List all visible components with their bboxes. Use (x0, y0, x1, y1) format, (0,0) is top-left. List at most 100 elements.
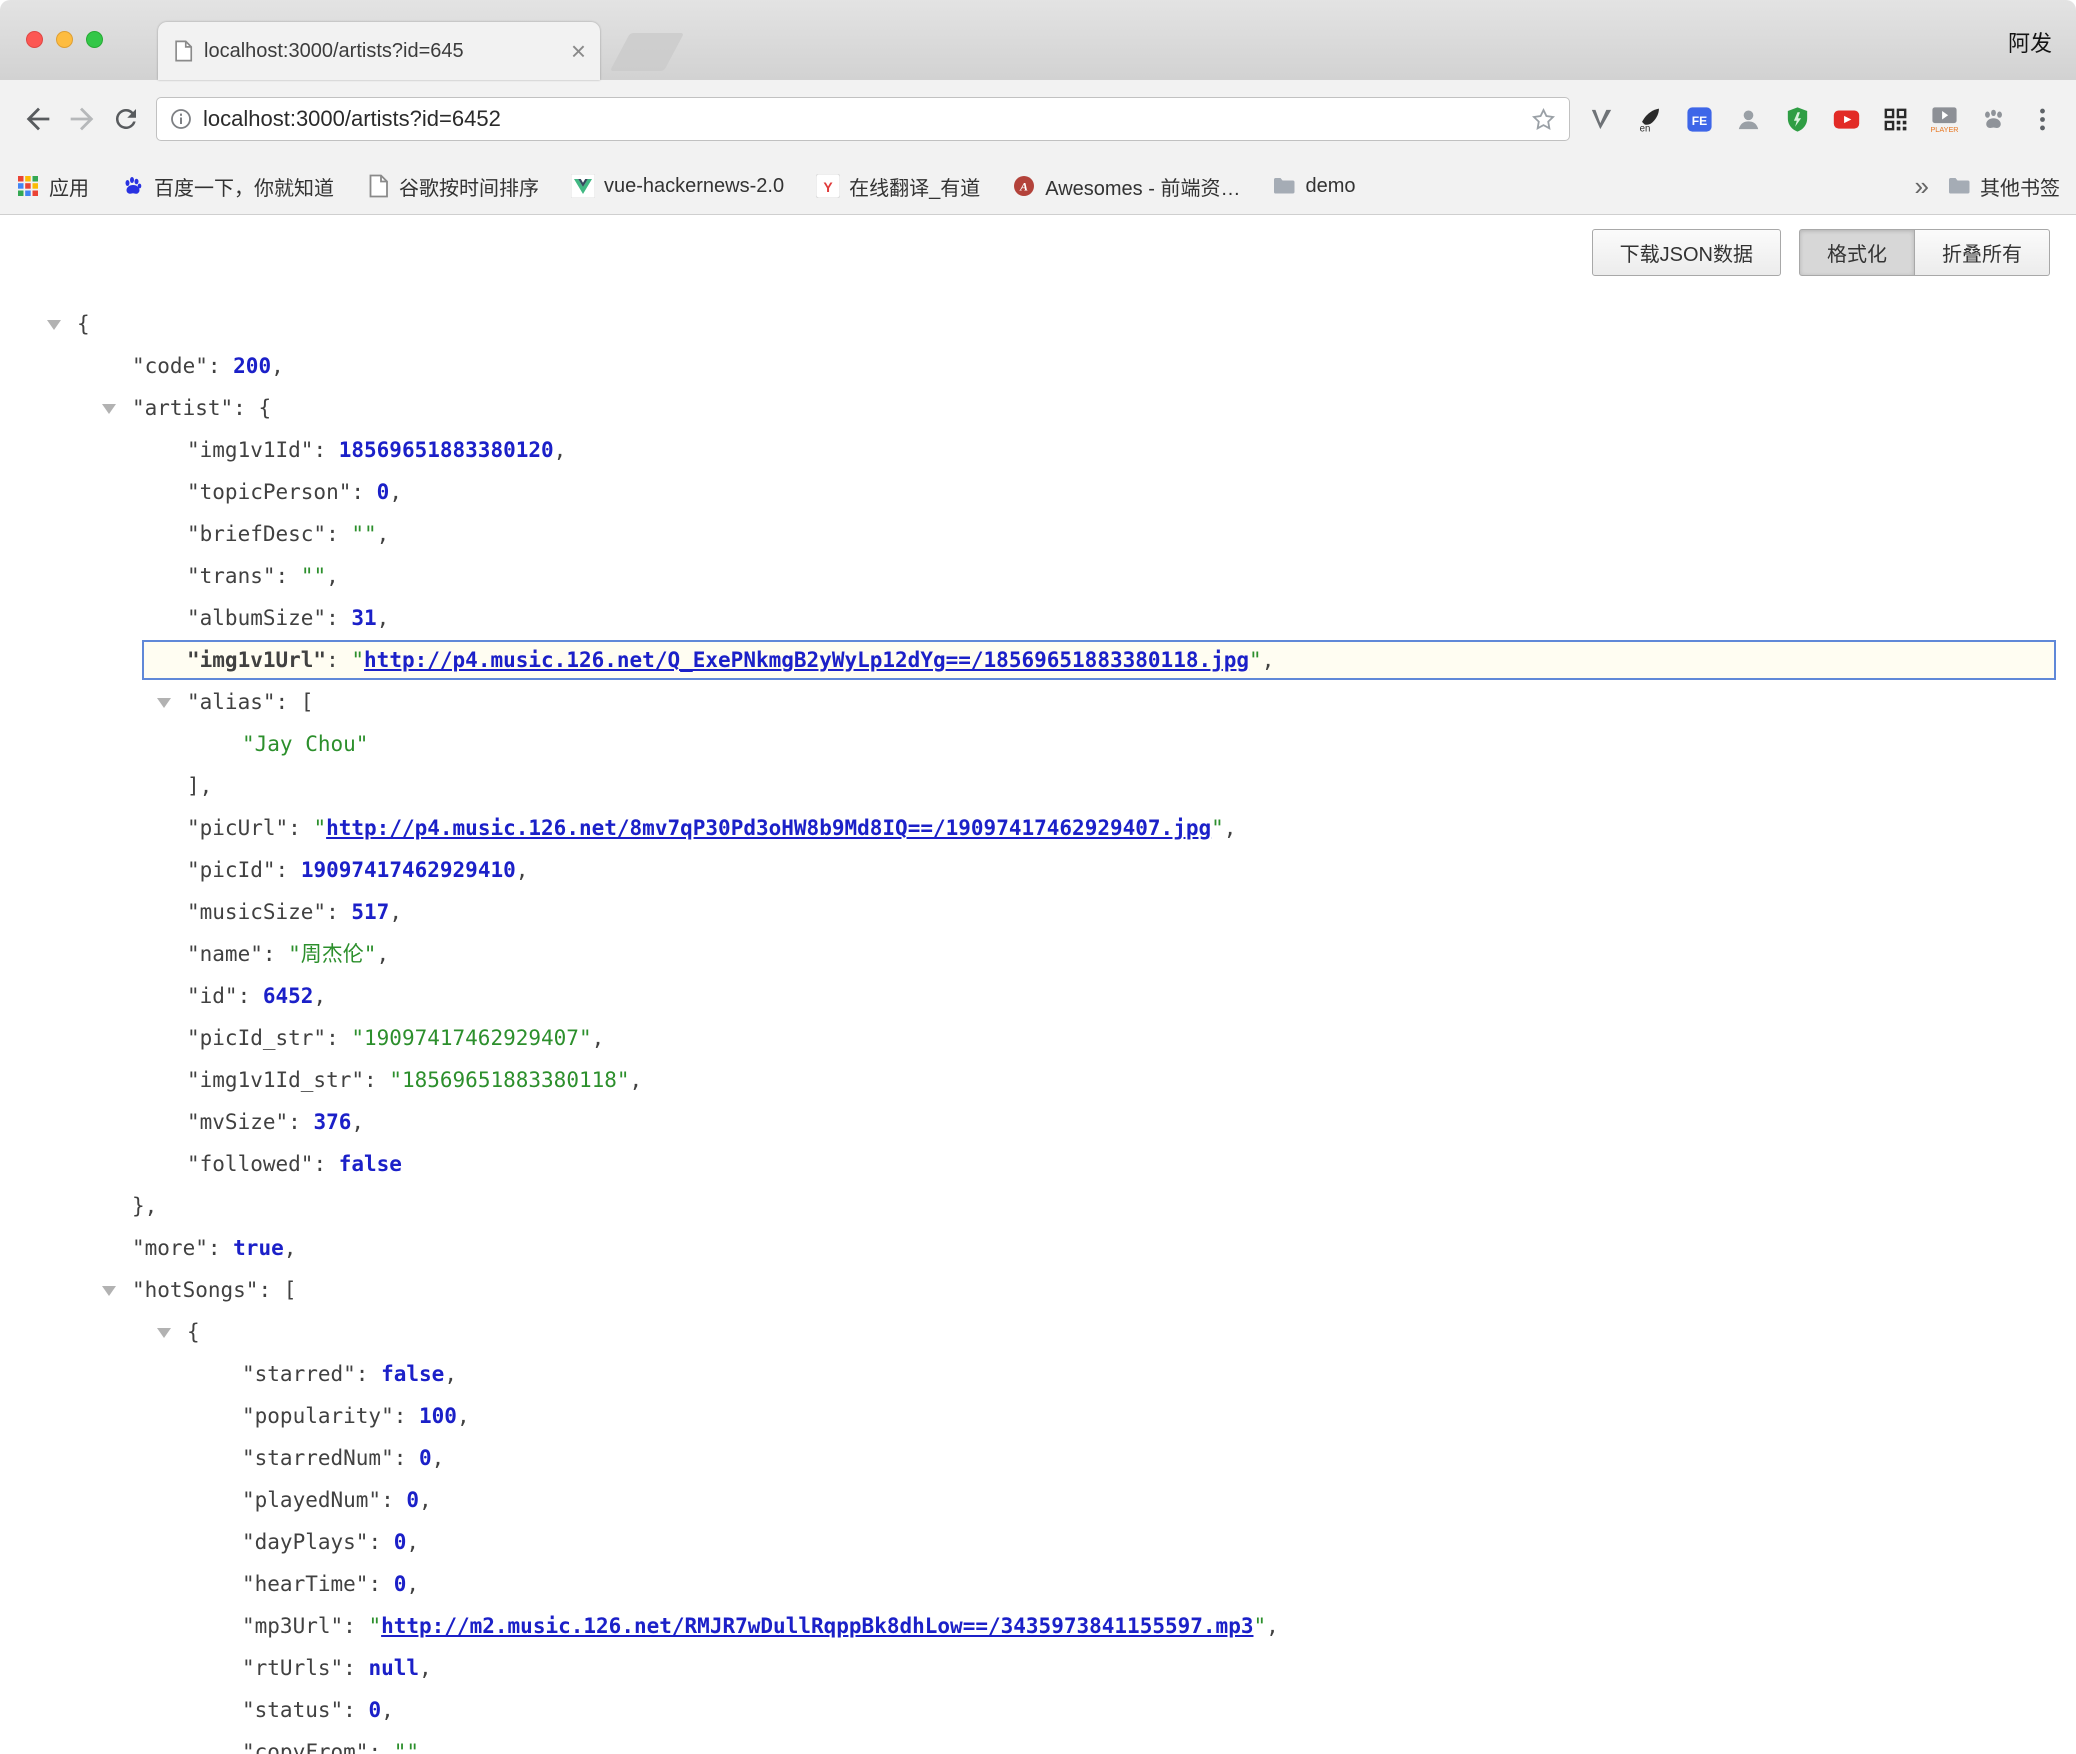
bookmark-item[interactable]: 谷歌按时间排序 (366, 172, 539, 201)
json-line: "rtUrls": null, (0, 1647, 2076, 1689)
bookmark-item[interactable]: Y在线翻译_有道 (816, 172, 980, 201)
json-line: "musicSize": 517, (0, 891, 2076, 933)
json-string: "" (301, 564, 326, 588)
bookmark-label: 百度一下，你就知道 (154, 172, 334, 201)
bookmark-label: vue-hackernews-2.0 (604, 175, 784, 198)
json-key: "popularity" (242, 1404, 394, 1428)
minimize-window-button[interactable] (56, 31, 73, 48)
other-bookmarks-folder[interactable]: 其他书签 (1947, 172, 2060, 201)
collapse-toggle-icon[interactable] (47, 320, 61, 330)
json-line: "Jay Chou" (0, 723, 2076, 765)
json-line: "hearTime": 0, (0, 1563, 2076, 1605)
json-number: 517 (351, 900, 389, 924)
player-extension-icon[interactable]: PLAYER (1929, 104, 1960, 135)
json-line: "dayPlays": 0, (0, 1521, 2076, 1563)
json-number: 0 (368, 1698, 381, 1722)
json-line: "albumSize": 31, (0, 597, 2076, 639)
svg-text:FE: FE (1692, 113, 1707, 127)
json-punctuation: , (313, 984, 326, 1008)
paw-extension-icon[interactable] (1978, 104, 2009, 135)
json-string: " (368, 1614, 381, 1638)
collapse-toggle-icon[interactable] (157, 698, 171, 708)
json-punctuation: , (326, 564, 339, 588)
json-line: "hotSongs": [ (0, 1269, 2076, 1311)
bookmark-item[interactable]: 应用 (16, 172, 89, 201)
json-key: "mvSize" (187, 1110, 288, 1134)
bookmark-item[interactable]: 百度一下，你就知道 (121, 172, 334, 201)
url-text[interactable]: localhost:3000/artists?id=6452 (203, 106, 1530, 132)
page-info-icon[interactable] (169, 107, 193, 131)
tab-close-icon[interactable]: × (571, 38, 586, 64)
format-button[interactable]: 格式化 (1799, 229, 1915, 276)
address-bar[interactable]: localhost:3000/artists?id=6452 (156, 97, 1570, 141)
json-viewer-actions: 下载JSON数据 格式化 折叠所有 (1592, 229, 2050, 276)
bookmarks-overflow-icon[interactable]: » (1915, 171, 1929, 202)
reload-icon[interactable] (104, 97, 148, 141)
json-punctuation: : (343, 1698, 368, 1722)
collapse-all-button[interactable]: 折叠所有 (1915, 229, 2050, 276)
folder-icon (1947, 174, 1971, 198)
json-line: "status": 0, (0, 1689, 2076, 1731)
json-key: "name" (187, 942, 263, 966)
folder-icon (1272, 174, 1296, 198)
svg-text:Y: Y (823, 179, 833, 195)
json-url-link[interactable]: http://p4.music.126.net/Q_ExePNkmgB2yWyL… (364, 648, 1249, 672)
bookmark-item[interactable]: vue-hackernews-2.0 (571, 174, 784, 198)
json-punctuation: ], (187, 774, 212, 798)
json-string: " (313, 816, 326, 840)
json-line: "img1v1Url": "http://p4.music.126.net/Q_… (0, 639, 2076, 681)
bookmarks-list: 应用 百度一下，你就知道 谷歌按时间排序 vue-hackernews-2.0 Y在线翻… (16, 172, 1895, 201)
json-number: 6452 (263, 984, 314, 1008)
json-key: "id" (187, 984, 238, 1008)
json-string: "" (351, 522, 376, 546)
json-line: "img1v1Id": 18569651883380120, (0, 429, 2076, 471)
json-viewer: {"code": 200,"artist": {"img1v1Id": 1856… (0, 215, 2076, 1754)
bookmark-item[interactable]: AAwesomes - 前端资… (1012, 172, 1240, 201)
json-punctuation: : [ (276, 690, 314, 714)
json-line: "more": true, (0, 1227, 2076, 1269)
download-json-button[interactable]: 下载JSON数据 (1592, 229, 1781, 276)
json-line: "code": 200, (0, 345, 2076, 387)
zoom-window-button[interactable] (86, 31, 103, 48)
extension-icons: en FE PLAYER (1586, 104, 2060, 135)
json-url-link[interactable]: http://m2.music.126.net/RMJR7wDullRqppBk… (381, 1614, 1253, 1638)
back-icon[interactable] (16, 97, 60, 141)
tab-title: localhost:3000/artists?id=645 (204, 40, 561, 63)
profile-name[interactable]: 阿发 (2008, 26, 2052, 58)
vimium-extension-icon[interactable] (1586, 104, 1617, 135)
bookmark-star-icon[interactable] (1530, 106, 1557, 133)
json-line: "followed": false (0, 1143, 2076, 1185)
json-boolean: false (339, 1152, 402, 1176)
collapse-toggle-icon[interactable] (102, 1286, 116, 1296)
json-punctuation: : (343, 1656, 368, 1680)
youdao-translate-pen-icon[interactable]: en (1635, 104, 1666, 135)
bookmark-label: 应用 (49, 172, 89, 201)
browser-menu-icon[interactable] (2027, 104, 2058, 135)
youtube-extension-icon[interactable] (1831, 104, 1862, 135)
bookmark-item[interactable]: demo (1272, 174, 1355, 198)
json-key: "hotSongs" (132, 1278, 258, 1302)
baidu-paw-icon (121, 174, 145, 198)
qr-code-extension-icon[interactable] (1880, 104, 1911, 135)
profile-person-icon[interactable] (1733, 104, 1764, 135)
shield-extension-icon[interactable] (1782, 104, 1813, 135)
json-url-link[interactable]: http://p4.music.126.net/8mv7qP30Pd3oHW8b… (326, 816, 1211, 840)
json-line: "alias": [ (0, 681, 2076, 723)
browser-tab[interactable]: localhost:3000/artists?id=645 × (158, 22, 600, 80)
svg-text:A: A (1019, 180, 1028, 194)
json-line: ], (0, 765, 2076, 807)
fe-extension-icon[interactable]: FE (1684, 104, 1715, 135)
json-punctuation: : (368, 1530, 393, 1554)
bookmark-label: 谷歌按时间排序 (399, 172, 539, 201)
json-punctuation: , (377, 522, 390, 546)
json-key: "copyFrom" (242, 1740, 368, 1754)
forward-icon[interactable] (60, 97, 104, 141)
close-window-button[interactable] (26, 31, 43, 48)
json-line: "mp3Url": "http://m2.music.126.net/RMJR7… (0, 1605, 2076, 1647)
json-punctuation: : (368, 1740, 393, 1754)
json-punctuation: : (238, 984, 263, 1008)
collapse-toggle-icon[interactable] (102, 404, 116, 414)
collapse-toggle-icon[interactable] (157, 1328, 171, 1338)
new-tab-button[interactable] (610, 33, 684, 71)
json-key: "rtUrls" (242, 1656, 343, 1680)
